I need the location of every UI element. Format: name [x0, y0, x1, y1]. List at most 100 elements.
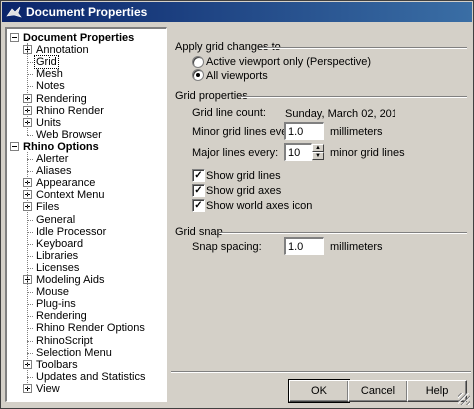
tree-item-label: Rendering [36, 310, 87, 323]
tree-item-label: Rhino Options [23, 140, 99, 153]
grid-line-count-input[interactable] [285, 105, 395, 123]
tree-item-label: Aliases [36, 165, 72, 178]
minor-lines-unit: millimeters [330, 126, 383, 138]
snap-spacing-label: Snap spacing: [192, 241, 262, 253]
tree-item[interactable]: Selection Menu [35, 347, 113, 359]
grid-properties-separator [241, 96, 467, 98]
tree-item-label: Files [36, 201, 60, 214]
tree-group[interactable]: Document Properties [22, 32, 135, 44]
snap-spacing-input[interactable] [284, 237, 324, 255]
apply-separator [259, 47, 467, 49]
grid-line-count-label: Grid line count: [192, 107, 266, 119]
collapse-minus-icon[interactable] [10, 33, 19, 42]
tree-item-label: Annotation [36, 44, 89, 57]
tree-item-label: Grid [34, 55, 59, 70]
tree-item[interactable]: Rendering [35, 310, 88, 322]
tree-item[interactable]: Context Menu [35, 189, 105, 201]
tree-item[interactable]: Idle Processor [35, 226, 107, 238]
snap-spacing-unit: millimeters [330, 241, 383, 253]
tree-item[interactable]: Alerter [35, 153, 69, 165]
tree-item[interactable]: RhinoScript [35, 335, 94, 347]
title-bar[interactable]: Document Properties [2, 2, 472, 22]
radio-active-viewport[interactable] [192, 56, 204, 68]
collapse-minus-icon[interactable] [10, 141, 19, 151]
tree-item[interactable]: Files [35, 201, 60, 213]
tree-item-label: Alerter [36, 153, 69, 165]
tree-item-label: Units [36, 116, 62, 129]
document-properties-window: Document Properties Document Properties A… [0, 0, 474, 409]
tree-item-label: Appearance [36, 177, 96, 190]
tree-item[interactable]: Units [35, 117, 62, 129]
ok-button[interactable]: OK [288, 379, 350, 403]
tree-item[interactable]: View [35, 383, 61, 395]
show-grid-lines-checkbox[interactable]: ✓ [192, 169, 205, 182]
tree-item-label: Selection Menu [36, 346, 112, 359]
resize-grip-icon[interactable] [458, 393, 470, 405]
cancel-button[interactable]: Cancel [348, 380, 408, 402]
footer-separator [171, 371, 471, 373]
tree-item[interactable]: Rhino Render Options [35, 322, 146, 334]
tree-item[interactable]: Licenses [35, 262, 80, 274]
tree-item[interactable]: Rhino Render [35, 105, 105, 117]
tree-item-label: Modeling Aids [36, 274, 105, 286]
tree-connector [27, 43, 28, 135]
radio-all-viewports[interactable] [192, 69, 204, 81]
grid-snap-separator [219, 232, 467, 234]
tree-item[interactable]: Toolbars [35, 359, 79, 371]
tree-item[interactable]: General [35, 214, 76, 226]
show-world-axes-checkbox[interactable]: ✓ [192, 199, 205, 212]
spin-down-icon[interactable]: ▼ [312, 152, 324, 160]
show-grid-lines-label[interactable]: Show grid lines [206, 170, 281, 182]
tree-item[interactable]: Mesh [35, 68, 64, 80]
grid-properties-title: Grid properties [175, 90, 248, 102]
all-viewports-label[interactable]: All viewports [206, 70, 268, 82]
tree-item[interactable]: Mouse [35, 286, 70, 298]
major-lines-input[interactable] [284, 143, 312, 161]
tree-item[interactable]: Updates and Statistics [35, 371, 146, 383]
major-lines-spinner[interactable]: ▲ ▼ [312, 144, 324, 160]
show-world-axes-label[interactable]: Show world axes icon [206, 200, 312, 212]
grid-snap-title: Grid snap [175, 226, 223, 238]
tree-item[interactable]: Rendering [35, 93, 88, 105]
tree-item[interactable]: Plug-ins [35, 298, 77, 310]
rhino-icon [6, 6, 22, 18]
tree-item[interactable]: Annotation [35, 44, 90, 56]
tree-connector [27, 134, 33, 136]
tree-item-label: General [36, 213, 76, 226]
tree-item-label: Mesh [36, 68, 63, 81]
show-grid-axes-checkbox[interactable]: ✓ [192, 184, 205, 197]
tree-group[interactable]: Rhino Options [22, 141, 100, 153]
tree-item[interactable]: Appearance [35, 177, 96, 189]
tree-item[interactable]: Modeling Aids [35, 274, 106, 286]
tree-item-label: Web Browser [36, 128, 102, 141]
tree-item-label: Plug-ins [36, 298, 76, 311]
active-viewport-label[interactable]: Active viewport only (Perspective) [206, 56, 371, 68]
tree-item-label: Rendering [36, 92, 87, 105]
tree-item[interactable]: Keyboard [35, 238, 84, 250]
tree-item-label: Context Menu [36, 189, 105, 202]
minor-lines-input[interactable] [284, 122, 324, 140]
tree-item-label: Mouse [36, 286, 70, 299]
tree-item-label: Licenses [36, 261, 80, 274]
options-tree[interactable]: Document Properties Annotation Grid Mesh Not… [5, 27, 167, 402]
tree-item-label: Rhino Render [36, 104, 104, 117]
tree-item[interactable]: Aliases [35, 165, 72, 177]
tree-item[interactable]: Libraries [35, 250, 79, 262]
tree-item-label: Updates and Statistics [36, 370, 146, 383]
tree-item-label: View [36, 382, 60, 395]
tree-item[interactable]: Grid [34, 55, 59, 70]
tree-item[interactable]: Notes [35, 80, 66, 92]
tree-connector [27, 151, 28, 389]
major-lines-label: Major lines every: [192, 147, 279, 159]
spin-up-icon[interactable]: ▲ [312, 144, 324, 152]
tree-item[interactable]: Web Browser [35, 129, 103, 141]
tree-item-label: Toolbars [36, 358, 78, 371]
major-lines-unit: minor grid lines [330, 147, 405, 159]
show-grid-axes-label[interactable]: Show grid axes [206, 185, 281, 197]
tree-item-label: Keyboard [36, 237, 84, 250]
tree-item-label: Document Properties [23, 32, 135, 44]
tree-item-label: RhinoScript [36, 334, 93, 347]
tree-item-label: Libraries [36, 249, 79, 262]
tree-item-label: Notes [36, 80, 65, 93]
tree-item-label: Idle Processor [36, 225, 107, 238]
